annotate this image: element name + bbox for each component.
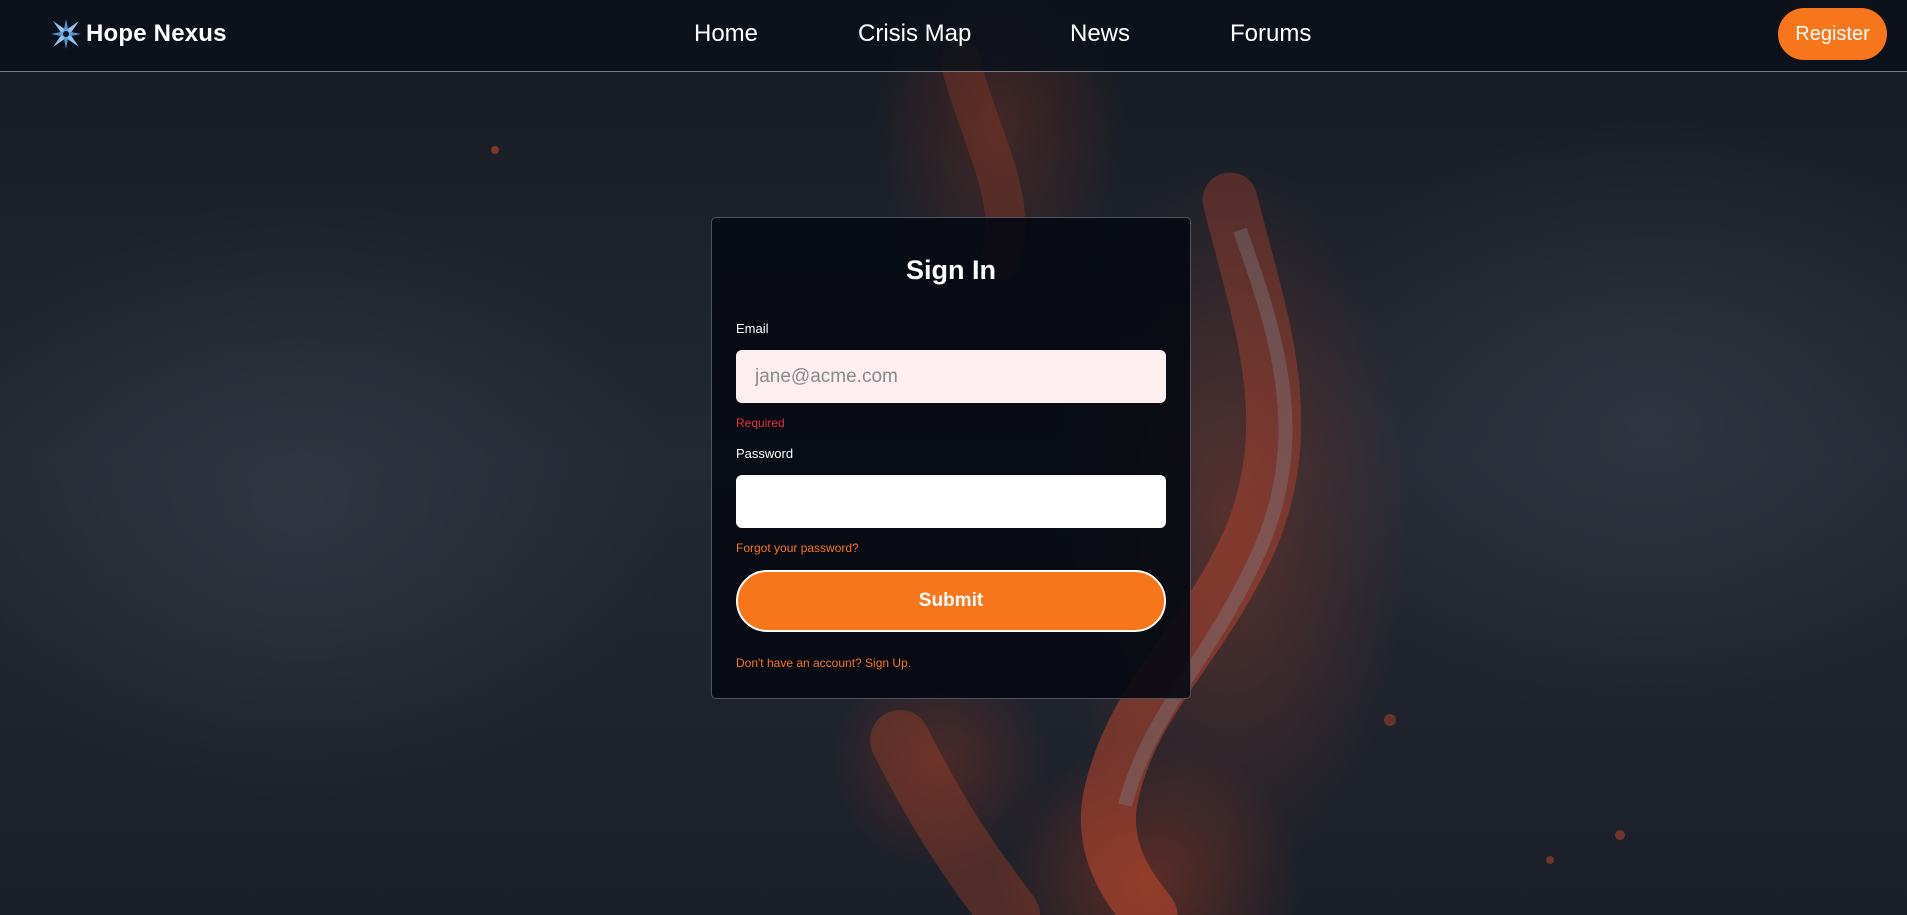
page-title: Sign In — [906, 255, 996, 285]
main-nav: Home Crisis Map News Forums — [694, 18, 1311, 50]
brand-link[interactable]: Hope Nexus — [50, 17, 227, 51]
email-error-text: Required — [736, 416, 785, 430]
signin-card: Sign In Email Required Password Forgot y… — [711, 217, 1191, 699]
nav-link-home[interactable]: Home — [694, 18, 858, 50]
password-field[interactable] — [736, 475, 1166, 528]
nav-link-forums[interactable]: Forums — [1230, 18, 1311, 50]
password-label: Password — [736, 446, 794, 461]
top-navbar: Hope Nexus Home Crisis Map News Forums R… — [0, 0, 1907, 72]
brand-name: Hope Nexus — [86, 20, 227, 47]
star-compass-icon — [50, 18, 82, 50]
forgot-password-link[interactable]: Forgot your password? — [736, 541, 859, 555]
email-label: Email — [736, 321, 769, 336]
submit-button[interactable]: Submit — [736, 570, 1166, 632]
signup-link[interactable]: Don't have an account? Sign Up. — [736, 656, 911, 670]
email-field[interactable] — [736, 350, 1166, 403]
nav-link-crisis-map[interactable]: Crisis Map — [858, 18, 1070, 50]
nav-link-news[interactable]: News — [1070, 18, 1230, 50]
register-button[interactable]: Register — [1778, 8, 1887, 60]
